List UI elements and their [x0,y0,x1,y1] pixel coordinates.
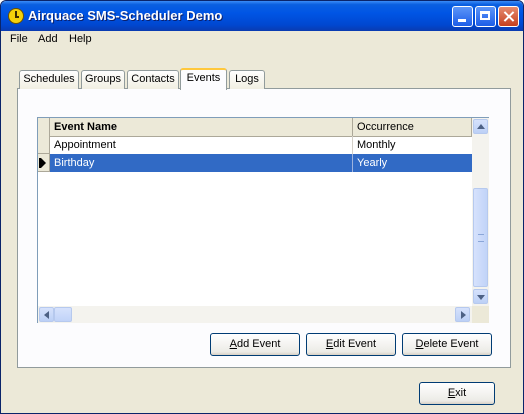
vertical-scroll-thumb[interactable] [473,188,488,287]
tab-schedules[interactable]: Schedules [19,70,79,89]
chevron-right-icon [461,311,466,319]
window-title: Airquace SMS-Scheduler Demo [28,8,223,23]
delete-event-button[interactable]: Delete Event [402,333,492,356]
table-row[interactable]: Appointment Monthly [50,136,472,154]
menu-add[interactable]: Add [38,33,58,45]
scrollbar-corner [472,306,489,323]
column-header-occurrence[interactable]: Occurrence [353,118,472,136]
scroll-down-button[interactable] [473,289,488,304]
exit-button[interactable]: Exit [419,382,495,405]
row-selector[interactable] [38,136,50,154]
occurrence-cell[interactable]: Monthly [353,136,472,154]
chevron-up-icon [477,124,485,129]
event-name-cell[interactable]: Appointment [50,136,353,154]
tab-logs[interactable]: Logs [229,70,265,89]
add-event-button[interactable]: Add Event [210,333,300,356]
current-row-arrow-icon [39,158,46,168]
table-row[interactable]: Birthday Yearly [50,154,472,172]
main-window: Airquace SMS-Scheduler Demo File Add Hel… [0,0,524,414]
scroll-right-button[interactable] [455,307,470,322]
horizontal-scrollbar[interactable] [38,306,472,323]
scroll-left-button[interactable] [39,307,54,322]
maximize-button[interactable] [475,6,496,27]
menu-file[interactable]: File [10,33,28,45]
edit-event-button[interactable]: Edit Event [306,333,396,356]
row-header-corner [38,118,50,136]
title-bar[interactable]: Airquace SMS-Scheduler Demo [1,1,523,31]
tab-events[interactable]: Events [180,68,227,90]
close-button[interactable] [498,6,519,27]
horizontal-scroll-thumb[interactable] [54,307,72,322]
scroll-up-button[interactable] [473,119,488,134]
menu-bar: File Add Help [5,31,519,49]
minimize-button[interactable] [452,6,473,27]
column-header-event-name[interactable]: Event Name [50,118,353,136]
tab-groups[interactable]: Groups [81,70,125,89]
chevron-down-icon [477,295,485,300]
event-name-cell[interactable]: Birthday [50,154,353,172]
menu-help[interactable]: Help [69,33,92,45]
grid-header: Event Name Occurrence [38,118,472,137]
row-selector[interactable] [38,154,50,172]
occurrence-cell[interactable]: Yearly [353,154,472,172]
events-grid[interactable]: Event Name Occurrence Appointment Monthl… [37,117,489,323]
chevron-left-icon [44,311,49,319]
clock-icon [8,8,24,24]
tab-contacts[interactable]: Contacts [127,70,179,89]
vertical-scrollbar[interactable] [472,118,489,306]
